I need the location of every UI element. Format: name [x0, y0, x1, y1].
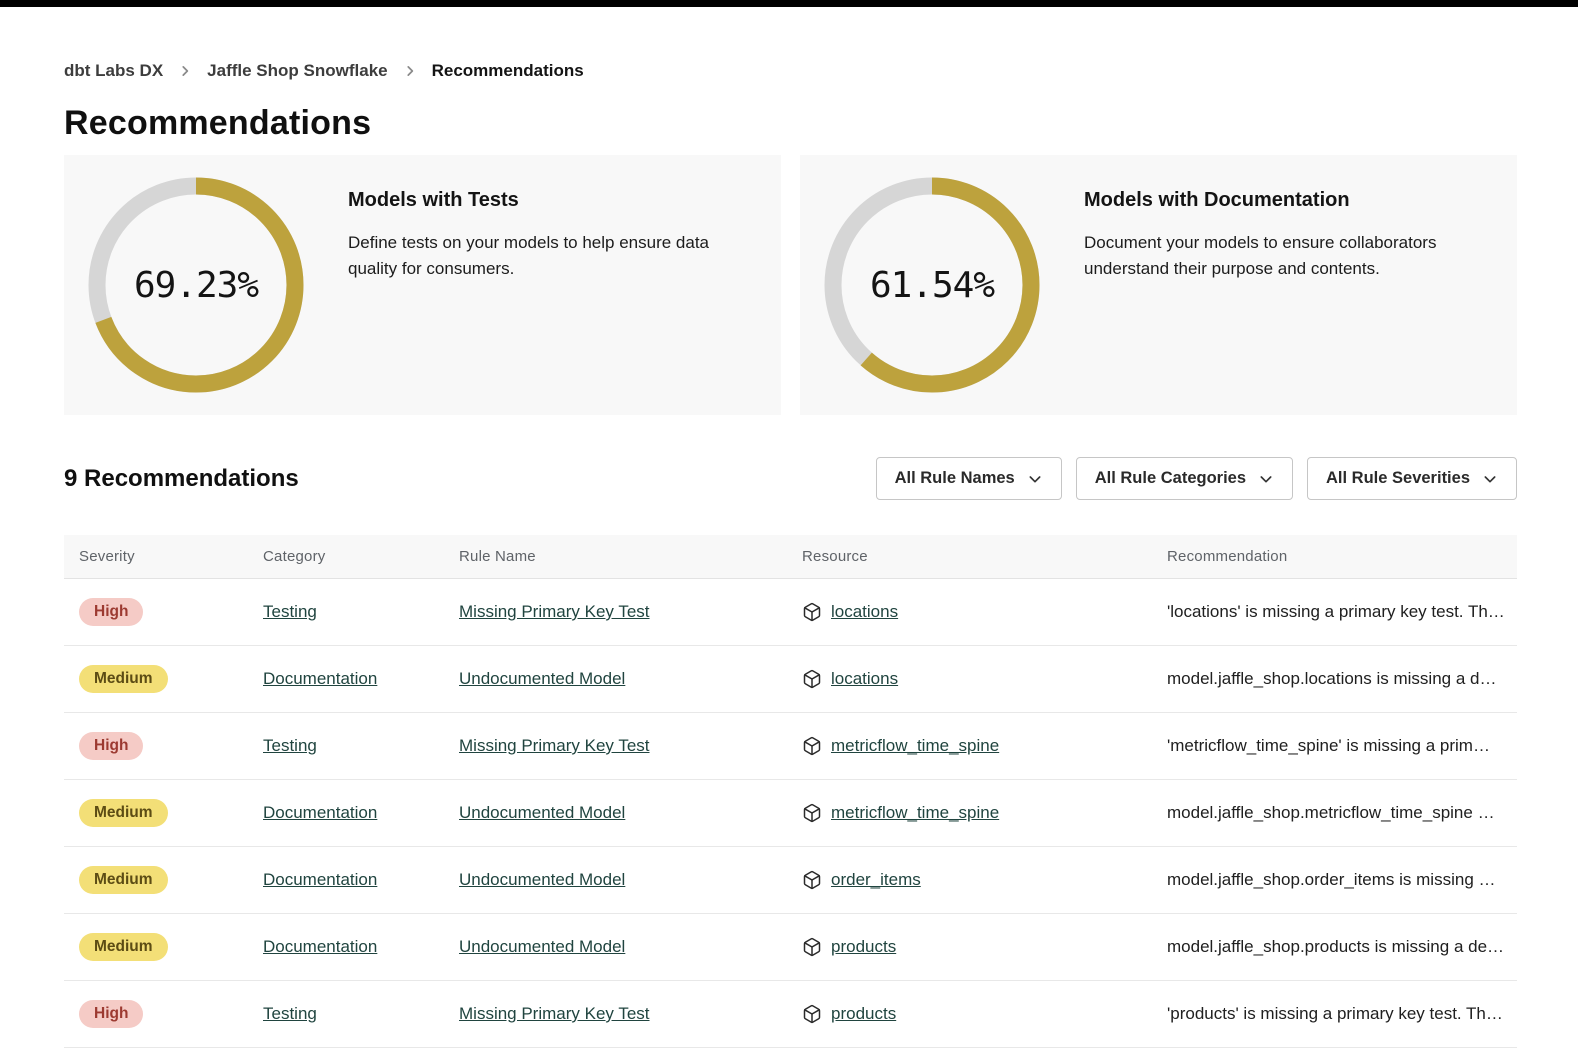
- breadcrumb-item-current: Recommendations: [432, 61, 584, 81]
- resource-link[interactable]: metricflow_time_spine: [831, 803, 999, 823]
- docs-coverage-percent: 61.54%: [824, 177, 1040, 393]
- breadcrumb: dbt Labs DX Jaffle Shop Snowflake Recomm…: [64, 61, 1517, 81]
- recommendation-text: model.jaffle_shop.products is missing a …: [1152, 937, 1517, 957]
- recommendations-page: dbt Labs DX Jaffle Shop Snowflake Recomm…: [0, 61, 1578, 1048]
- recommendation-text: 'locations' is missing a primary key tes…: [1152, 602, 1517, 622]
- recommendation-text: model.jaffle_shop.metricflow_time_spine …: [1152, 803, 1517, 823]
- card-title: Models with Documentation: [1084, 189, 1493, 212]
- resource-link[interactable]: products: [831, 1004, 896, 1024]
- severity-badge: Medium: [79, 933, 168, 961]
- resource-link[interactable]: locations: [831, 602, 898, 622]
- tests-coverage-percent: 69.23%: [88, 177, 304, 393]
- model-cube-icon: [802, 669, 822, 689]
- table-row: High Testing Missing Primary Key Test lo…: [64, 579, 1517, 646]
- table-row: Medium Documentation Undocumented Model …: [64, 847, 1517, 914]
- filter-label: All Rule Categories: [1095, 469, 1246, 488]
- recommendations-count: 9 Recommendations: [64, 465, 299, 493]
- resource-link[interactable]: order_items: [831, 870, 921, 890]
- severity-badge: Medium: [79, 665, 168, 693]
- models-with-documentation-card: 61.54% Models with Documentation Documen…: [800, 155, 1517, 415]
- model-cube-icon: [802, 937, 822, 957]
- column-header-resource: Resource: [787, 535, 1152, 578]
- card-text: Models with Documentation Document your …: [1084, 177, 1493, 393]
- severity-badge: High: [79, 732, 143, 760]
- summary-cards: 69.23% Models with Tests Define tests on…: [64, 155, 1517, 415]
- filter-rule-categories-dropdown[interactable]: All Rule Categories: [1076, 457, 1293, 500]
- rule-name-link[interactable]: Undocumented Model: [459, 870, 625, 889]
- category-link[interactable]: Testing: [263, 1004, 317, 1023]
- table-row: High Testing Missing Primary Key Test pr…: [64, 981, 1517, 1048]
- chevron-down-icon: [1027, 471, 1043, 487]
- severity-badge: Medium: [79, 866, 168, 894]
- resource-link[interactable]: locations: [831, 669, 898, 689]
- rule-name-link[interactable]: Undocumented Model: [459, 669, 625, 688]
- category-link[interactable]: Testing: [263, 736, 317, 755]
- severity-badge: High: [79, 598, 143, 626]
- breadcrumb-item-project[interactable]: Jaffle Shop Snowflake: [207, 61, 387, 81]
- recommendation-text: 'metricflow_time_spine' is missing a pri…: [1152, 736, 1517, 756]
- column-header-rule-name: Rule Name: [444, 535, 787, 578]
- table-row: High Testing Missing Primary Key Test me…: [64, 713, 1517, 780]
- docs-coverage-donut-chart: 61.54%: [824, 177, 1040, 393]
- rule-name-link[interactable]: Missing Primary Key Test: [459, 602, 650, 621]
- card-title: Models with Tests: [348, 189, 757, 212]
- tests-coverage-donut-chart: 69.23%: [88, 177, 304, 393]
- chevron-right-icon: [178, 64, 192, 78]
- card-text: Models with Tests Define tests on your m…: [348, 177, 757, 393]
- table-row: Medium Documentation Undocumented Model …: [64, 914, 1517, 981]
- category-link[interactable]: Documentation: [263, 870, 377, 889]
- rule-name-link[interactable]: Missing Primary Key Test: [459, 736, 650, 755]
- filter-label: All Rule Names: [895, 469, 1015, 488]
- model-cube-icon: [802, 803, 822, 823]
- breadcrumb-item-account[interactable]: dbt Labs DX: [64, 61, 163, 81]
- severity-badge: Medium: [79, 799, 168, 827]
- rule-name-link[interactable]: Missing Primary Key Test: [459, 1004, 650, 1023]
- card-description: Define tests on your models to help ensu…: [348, 230, 757, 282]
- table-row: Medium Documentation Undocumented Model …: [64, 780, 1517, 847]
- filter-bar: All Rule Names All Rule Categories All R…: [876, 457, 1517, 500]
- resource-link[interactable]: metricflow_time_spine: [831, 736, 999, 756]
- card-description: Document your models to ensure collabora…: [1084, 230, 1493, 282]
- rule-name-link[interactable]: Undocumented Model: [459, 803, 625, 822]
- recommendation-text: model.jaffle_shop.locations is missing a…: [1152, 669, 1517, 689]
- rule-name-link[interactable]: Undocumented Model: [459, 937, 625, 956]
- category-link[interactable]: Documentation: [263, 669, 377, 688]
- filter-rule-severities-dropdown[interactable]: All Rule Severities: [1307, 457, 1517, 500]
- model-cube-icon: [802, 870, 822, 890]
- column-header-category: Category: [248, 535, 444, 578]
- column-header-recommendation: Recommendation: [1152, 535, 1517, 578]
- table-header-row: Severity Category Rule Name Resource Rec…: [64, 535, 1517, 579]
- page-title: Recommendations: [64, 103, 1517, 143]
- model-cube-icon: [802, 736, 822, 756]
- column-header-severity: Severity: [64, 535, 248, 578]
- resource-link[interactable]: products: [831, 937, 896, 957]
- list-header: 9 Recommendations All Rule Names All Rul…: [64, 457, 1517, 500]
- filter-label: All Rule Severities: [1326, 469, 1470, 488]
- models-with-tests-card: 69.23% Models with Tests Define tests on…: [64, 155, 781, 415]
- chevron-right-icon: [403, 64, 417, 78]
- category-link[interactable]: Documentation: [263, 937, 377, 956]
- category-link[interactable]: Documentation: [263, 803, 377, 822]
- filter-rule-names-dropdown[interactable]: All Rule Names: [876, 457, 1062, 500]
- recommendations-table: Severity Category Rule Name Resource Rec…: [64, 535, 1517, 1048]
- severity-badge: High: [79, 1000, 143, 1028]
- recommendation-text: model.jaffle_shop.order_items is missing…: [1152, 870, 1517, 890]
- chevron-down-icon: [1482, 471, 1498, 487]
- model-cube-icon: [802, 602, 822, 622]
- model-cube-icon: [802, 1004, 822, 1024]
- recommendation-text: 'products' is missing a primary key test…: [1152, 1004, 1517, 1024]
- chevron-down-icon: [1258, 471, 1274, 487]
- table-row: Medium Documentation Undocumented Model …: [64, 646, 1517, 713]
- category-link[interactable]: Testing: [263, 602, 317, 621]
- window-top-edge: [0, 0, 1578, 7]
